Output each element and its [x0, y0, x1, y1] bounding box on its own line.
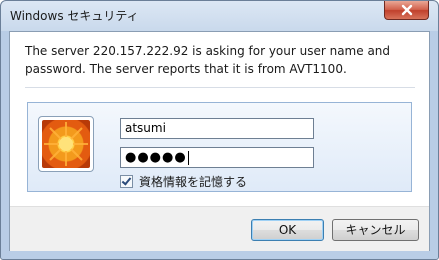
security-dialog: Windows セキュリティ The server 220.157.222.92…: [0, 0, 439, 260]
username-field[interactable]: atsumi: [120, 118, 314, 139]
close-button[interactable]: [384, 1, 429, 20]
ok-button[interactable]: OK: [251, 219, 324, 241]
dialog-body: The server 220.157.222.92 is asking for …: [9, 31, 430, 251]
cancel-button[interactable]: キャンセル: [332, 219, 419, 241]
button-bar: OK キャンセル: [10, 206, 429, 251]
text-caret: [187, 150, 189, 165]
window-title: Windows セキュリティ: [10, 9, 139, 23]
password-value: ●●●●●: [125, 150, 187, 165]
flower-picture-icon: [42, 120, 90, 168]
remember-label: 資格情報を記憶する: [139, 175, 248, 189]
password-field[interactable]: ●●●●●: [120, 147, 314, 168]
server-message: The server 220.157.222.92 is asking for …: [25, 42, 405, 78]
divider: [25, 87, 415, 88]
remember-credentials[interactable]: 資格情報を記憶する: [120, 173, 247, 190]
credential-tile: atsumi ●●●●● 資格情報を記憶する: [27, 102, 412, 192]
message-line-2: password. The server reports that it is …: [25, 62, 347, 76]
message-line-1: The server 220.157.222.92 is asking for …: [25, 44, 391, 58]
close-icon: [385, 1, 428, 19]
remember-checkbox[interactable]: [120, 175, 133, 188]
user-avatar: [38, 116, 94, 172]
title-bar[interactable]: Windows セキュリティ: [1, 1, 438, 31]
